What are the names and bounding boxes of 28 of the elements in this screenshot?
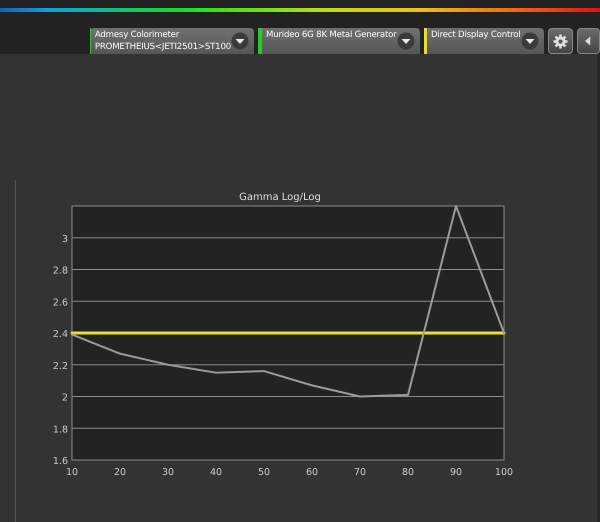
dropdown-icon [231,32,249,50]
dropdown-icon [396,32,415,50]
back-button[interactable] [576,28,600,54]
x-tick-label: 80 [402,467,414,478]
device-selector[interactable]: Murideo 6G 8K Metal Generator [258,28,420,54]
x-tick-label: 90 [450,467,462,478]
device-selector[interactable]: Admesy Colorimeter PROMETHEIUS<JETI2501>ST100 [90,28,254,54]
x-tick-label: 20 [114,467,126,478]
y-tick-label: 2 [62,392,68,404]
x-tick-label: 60 [306,467,318,478]
chart-title: Gamma Log/Log [239,192,321,203]
x-tick-label: 40 [210,467,222,478]
settings-button[interactable] [548,28,573,54]
x-tick-label: 10 [66,467,78,478]
dropdown-icon [520,32,539,50]
x-tick-label: 50 [258,467,270,478]
y-tick-label: 3 [62,234,68,245]
y-tick-label: 1.8 [52,424,68,436]
x-tick-label: 70 [354,467,366,478]
settings-icon [552,34,568,48]
device-selector[interactable]: Direct Display Control [424,28,544,54]
x-tick-label: 30 [162,467,174,478]
y-tick-label: 2.4 [52,329,68,340]
y-tick-label: 2.2 [52,360,68,372]
x-tick-label: 100 [494,467,514,478]
y-tick-label: 2.8 [52,266,68,276]
y-tick-label: 2.6 [52,297,68,308]
y-tick-label: 1.6 [52,456,68,467]
